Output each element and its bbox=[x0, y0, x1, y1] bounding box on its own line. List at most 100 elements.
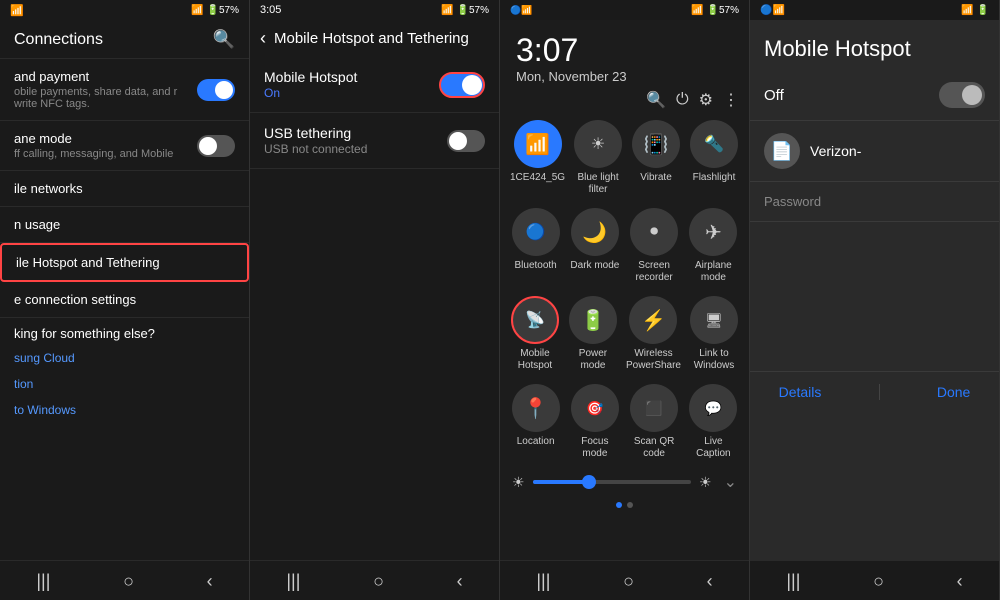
nav-home-p2[interactable]: ○ bbox=[373, 571, 384, 592]
details-button[interactable]: Details bbox=[779, 384, 822, 400]
qs-power-icon[interactable]: ⏻ bbox=[676, 91, 689, 109]
location-link[interactable]: tion bbox=[0, 371, 249, 397]
status-bar-p2: 3:05 📶 🔋57% bbox=[250, 0, 499, 20]
status-time-p2: 3:05 bbox=[260, 4, 281, 16]
panel-hotspot-tethering: 3:05 📶 🔋57% ‹ Mobile Hotspot and Tetheri… bbox=[250, 0, 500, 600]
usb-tethering-label: USB tethering bbox=[264, 125, 367, 141]
hotspot-off-item[interactable]: Off bbox=[750, 70, 999, 121]
qs-tile-bluelight[interactable]: ☀ Blue lightfilter bbox=[573, 120, 623, 196]
mobile-hotspot-toggle[interactable] bbox=[439, 72, 485, 98]
samsung-cloud-link[interactable]: sung Cloud bbox=[0, 345, 249, 371]
hotspot-detail-header: Mobile Hotspot bbox=[750, 20, 999, 70]
connections-title: Connections bbox=[14, 31, 103, 49]
airplane-label: Airplanemode bbox=[695, 260, 732, 284]
data-usage-label: n usage bbox=[14, 217, 235, 232]
powershare-label: WirelessPowerShare bbox=[626, 348, 681, 372]
password-label: Password bbox=[764, 194, 985, 209]
qs-tile-darkmode[interactable]: 🌙 Dark mode bbox=[569, 208, 620, 284]
nav-recent-p1[interactable]: ||| bbox=[36, 571, 50, 592]
nav-bar-p1: ||| ○ ‹ bbox=[0, 560, 249, 600]
clock-display: 3:07 bbox=[516, 32, 733, 69]
hotspot-tethering-item[interactable]: ile Hotspot and Tethering bbox=[0, 243, 249, 282]
nav-bar-p3: ||| ○ ‹ bbox=[500, 560, 749, 600]
brightness-thumb bbox=[582, 475, 596, 489]
qs-tile-focusmode[interactable]: 🎯 Focus mode bbox=[569, 384, 620, 460]
connection-settings-item[interactable]: e connection settings bbox=[0, 282, 249, 318]
linktows-icon: 🖥 bbox=[690, 296, 738, 344]
qs-tile-linktows[interactable]: 🖥 Link toWindows bbox=[689, 296, 739, 372]
data-usage-item[interactable]: n usage bbox=[0, 207, 249, 243]
brightness-bar[interactable] bbox=[533, 480, 691, 484]
search-icon[interactable]: 🔍 bbox=[213, 29, 235, 50]
nav-home-p1[interactable]: ○ bbox=[123, 571, 134, 592]
network-name: Verizon- bbox=[810, 143, 861, 159]
qs-tile-livecaption[interactable]: 💬 Live Caption bbox=[688, 384, 739, 460]
hotspot-qs-label: MobileHotspot bbox=[518, 348, 552, 372]
hotspot-off-label: Off bbox=[764, 87, 784, 104]
qs-more-icon[interactable]: ⋮ bbox=[723, 90, 739, 110]
brightness-fill bbox=[533, 480, 588, 484]
dot-1 bbox=[616, 502, 622, 508]
focusmode-label: Focus mode bbox=[569, 436, 620, 460]
payment-toggle[interactable] bbox=[197, 79, 235, 101]
flashlight-label: Flashlight bbox=[693, 172, 736, 184]
location-qs-icon: 📍 bbox=[512, 384, 560, 432]
bluelight-label: Blue lightfilter bbox=[577, 172, 618, 196]
done-button[interactable]: Done bbox=[937, 384, 970, 400]
nav-recent-p2[interactable]: ||| bbox=[286, 571, 300, 592]
qs-tile-wifi[interactable]: 📶 1CE424_5G bbox=[510, 120, 565, 196]
qs-grid-row1: 📶 1CE424_5G ☀ Blue lightfilter 📳 Vibrate… bbox=[500, 114, 749, 202]
qs-search-icon[interactable]: 🔍 bbox=[646, 90, 666, 110]
usb-tethering-toggle[interactable] bbox=[447, 130, 485, 152]
qs-tile-powershare[interactable]: ⚡ WirelessPowerShare bbox=[626, 296, 681, 372]
airplane-item[interactable]: ane mode ff calling, messaging, and Mobi… bbox=[0, 121, 249, 171]
status-icons-p1: 📶 🔋57% bbox=[191, 5, 239, 16]
nav-back-p1[interactable]: ‹ bbox=[207, 571, 213, 592]
nav-back-p4[interactable]: ‹ bbox=[957, 571, 963, 592]
qs-tile-qr[interactable]: ⬛ Scan QRcode bbox=[629, 384, 680, 460]
focusmode-icon: 🎯 bbox=[571, 384, 619, 432]
nav-back-p3[interactable]: ‹ bbox=[707, 571, 713, 592]
mobile-hotspot-status: On bbox=[264, 86, 357, 100]
brightness-max-icon: ☀ bbox=[699, 474, 712, 491]
qs-tile-powermode[interactable]: 🔋 Powermode bbox=[568, 296, 618, 372]
status-bar-p1: 📶 📶 🔋57% bbox=[0, 0, 249, 21]
password-item[interactable]: Password bbox=[750, 182, 999, 222]
status-signal-p1: 📶 bbox=[10, 4, 24, 17]
nav-home-p4[interactable]: ○ bbox=[873, 571, 884, 592]
nav-bar-p2: ||| ○ ‹ bbox=[250, 560, 499, 600]
bluetooth-label: Bluetooth bbox=[514, 260, 556, 272]
nav-back-p2[interactable]: ‹ bbox=[457, 571, 463, 592]
qs-grid-row4: 📍 Location 🎯 Focus mode ⬛ Scan QRcode 💬 … bbox=[500, 378, 749, 466]
payment-item[interactable]: and payment obile payments, share data, … bbox=[0, 59, 249, 121]
airplane-sublabel: ff calling, messaging, and Mobile bbox=[14, 148, 173, 160]
status-icons-p4: 📶 🔋 bbox=[961, 5, 989, 16]
qs-tile-airplane[interactable]: ✈ Airplanemode bbox=[688, 208, 739, 284]
nav-home-p3[interactable]: ○ bbox=[623, 571, 634, 592]
page-dots bbox=[500, 498, 749, 512]
powershare-icon: ⚡ bbox=[629, 296, 677, 344]
qs-settings-icon[interactable]: ⚙ bbox=[699, 90, 713, 110]
status-bar-p4: 🔵📶 📶 🔋 bbox=[750, 0, 999, 20]
darkmode-label: Dark mode bbox=[570, 260, 619, 272]
qs-tile-flashlight[interactable]: 🔦 Flashlight bbox=[689, 120, 739, 196]
mobile-networks-item[interactable]: ile networks bbox=[0, 171, 249, 207]
qs-tile-location[interactable]: 📍 Location bbox=[510, 384, 561, 460]
brightness-chevron[interactable]: ⌄ bbox=[724, 472, 737, 492]
hotspot-detail-toggle[interactable] bbox=[939, 82, 985, 108]
network-name-item[interactable]: 📄 Verizon- bbox=[750, 121, 999, 182]
link-to-windows-link[interactable]: to Windows bbox=[0, 397, 249, 423]
nav-recent-p3[interactable]: ||| bbox=[536, 571, 550, 592]
date-display: Mon, November 23 bbox=[516, 69, 733, 84]
qs-tile-vibrate[interactable]: 📳 Vibrate bbox=[631, 120, 681, 196]
airplane-toggle[interactable] bbox=[197, 135, 235, 157]
qs-grid-row3: 📡 MobileHotspot 🔋 Powermode ⚡ WirelessPo… bbox=[500, 290, 749, 378]
mobile-hotspot-item[interactable]: Mobile Hotspot On bbox=[250, 57, 499, 113]
nav-recent-p4[interactable]: ||| bbox=[786, 571, 800, 592]
usb-tethering-item[interactable]: USB tethering USB not connected bbox=[250, 113, 499, 169]
back-button-p2[interactable]: ‹ bbox=[260, 28, 266, 49]
airplane-icon: ✈ bbox=[689, 208, 737, 256]
qs-tile-hotspot[interactable]: 📡 MobileHotspot bbox=[510, 296, 560, 372]
qs-tile-screenrecorder[interactable]: ⏺ Screenrecorder bbox=[629, 208, 680, 284]
qs-tile-bluetooth[interactable]: 🔵 Bluetooth bbox=[510, 208, 561, 284]
